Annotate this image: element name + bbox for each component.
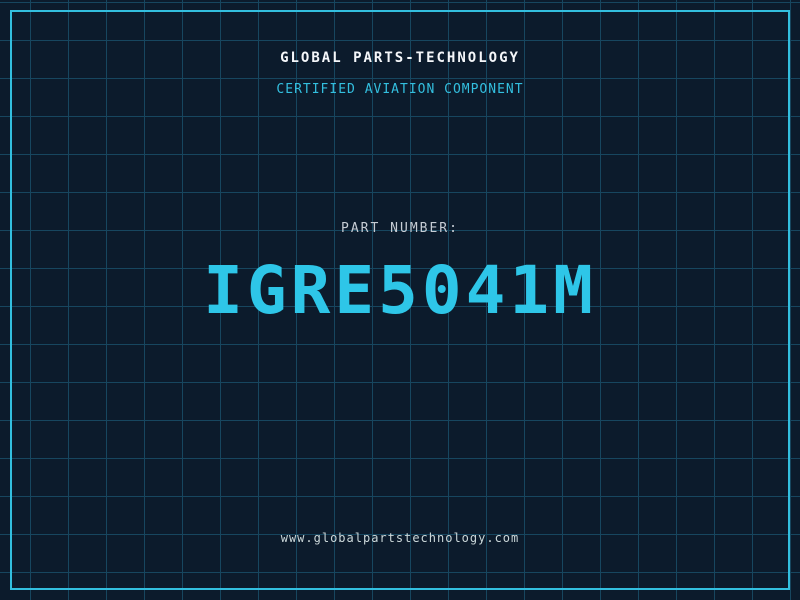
part-number-label: PART NUMBER: — [0, 221, 800, 236]
certification-subtitle: CERTIFIED AVIATION COMPONENT — [0, 82, 800, 97]
company-title: GLOBAL PARTS-TECHNOLOGY — [0, 50, 800, 66]
certificate-content: GLOBAL PARTS-TECHNOLOGY CERTIFIED AVIATI… — [0, 0, 800, 600]
certificate-page: GLOBAL PARTS-TECHNOLOGY CERTIFIED AVIATI… — [0, 0, 800, 600]
part-number-value: IGRE5041M — [0, 258, 800, 324]
website-url: www.globalpartstechnology.com — [0, 531, 800, 545]
